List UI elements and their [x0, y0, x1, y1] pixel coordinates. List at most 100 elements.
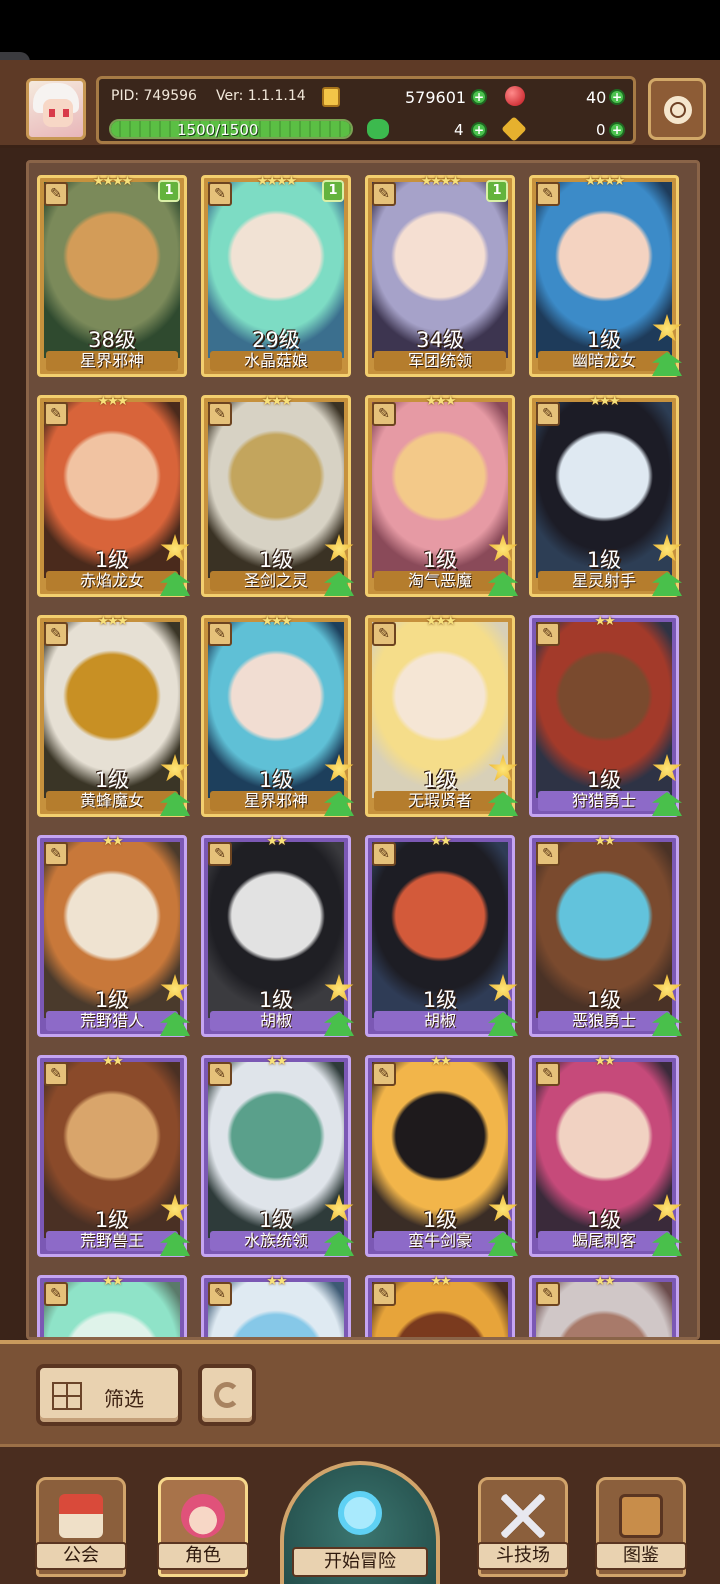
nav-characters-label: 角色	[157, 1542, 249, 1570]
character-card[interactable]: ★★★★ ✎ 1级 幽暗龙女	[529, 174, 682, 377]
filter-label: 筛选	[104, 1387, 144, 1411]
weapon-type-icon: ✎	[44, 842, 68, 866]
character-card[interactable]: ★★ ✎ 1级 水族统领	[201, 1054, 354, 1257]
character-face-icon	[181, 1494, 225, 1538]
weapon-type-icon: ✎	[536, 622, 560, 646]
nav-adventure-label: 开始冒险	[292, 1547, 428, 1577]
refresh-button[interactable]	[198, 1364, 256, 1426]
character-name: 蝎尾刺客	[538, 1231, 670, 1251]
weapon-type-icon: ✎	[208, 1062, 232, 1086]
refresh-icon	[214, 1382, 240, 1408]
character-name: 星界邪神	[210, 791, 342, 811]
weapon-type-icon: ✎	[208, 842, 232, 866]
character-name: 胡椒	[210, 1011, 342, 1031]
weapon-type-icon: ✎	[44, 1062, 68, 1086]
add-clover-button[interactable]: +	[471, 122, 487, 138]
character-level: 1级	[422, 1208, 458, 1232]
character-name: 水族统领	[210, 1231, 342, 1251]
weapon-type-icon: ✎	[44, 1282, 68, 1306]
gold-coin-icon	[322, 87, 340, 107]
resource-panel: PID: 749596 Ver: 1.1.1.14 579601 + 40 + …	[96, 76, 636, 144]
character-card[interactable]: ★★ ✎	[529, 1274, 679, 1337]
nav-start-adventure[interactable]: 开始冒险	[280, 1461, 440, 1584]
filter-button[interactable]: 筛选	[36, 1364, 182, 1426]
character-name: 赤焰龙女	[46, 571, 178, 591]
character-level: 1级	[586, 988, 622, 1012]
character-level: 1级	[586, 328, 622, 352]
character-level: 1级	[94, 988, 130, 1012]
character-card[interactable]: ★★ ✎ 1级 恶狼勇士	[529, 834, 682, 1037]
weapon-type-icon: ✎	[536, 1062, 560, 1086]
weapon-type-icon: ✎	[372, 842, 396, 866]
character-name: 水晶菇娘	[210, 351, 342, 371]
weapon-type-icon: ✎	[44, 622, 68, 646]
character-card[interactable]: ★★★ ✎ 1级 星界邪神	[201, 614, 354, 817]
character-card[interactable]: ★★ ✎	[201, 1274, 351, 1337]
character-name: 狩猎勇士	[538, 791, 670, 811]
notification-badge: 1	[486, 180, 508, 202]
character-level: 1级	[586, 768, 622, 792]
weapon-type-icon: ✎	[208, 622, 232, 646]
red-gem-icon	[505, 86, 525, 106]
nav-codex-label: 图鉴	[595, 1542, 687, 1570]
character-card[interactable]: ★★ ✎ 1级 荒野兽王	[37, 1054, 190, 1257]
character-level: 34级	[416, 328, 464, 352]
add-keys-button[interactable]: +	[609, 122, 625, 138]
add-gold-button[interactable]: +	[471, 89, 487, 105]
character-level: 1级	[586, 548, 622, 572]
character-name: 淘气恶魔	[374, 571, 506, 591]
character-card[interactable]: ★★★★ ✎ 1 34级 军团统领	[365, 174, 515, 377]
character-card[interactable]: ★★★★ ✎ 1 38级 星界邪神	[37, 174, 187, 377]
character-name: 星界邪神	[46, 351, 178, 371]
character-card[interactable]: ★★ ✎	[365, 1274, 515, 1337]
character-card[interactable]: ★★ ✎ 1级 胡椒	[365, 834, 518, 1037]
character-card[interactable]: ★★★ ✎ 1级 黄蜂魔女	[37, 614, 190, 817]
nav-characters[interactable]: 角色	[157, 1477, 249, 1577]
character-level: 1级	[94, 548, 130, 572]
character-grid-scroll[interactable]: ★★★★ ✎ 1 38级 星界邪神 ★★★★ ✎ 1 29级 水晶菇娘 ★★★★ ✎ 1 34级 军团统领 ★…	[26, 160, 700, 1340]
filter-panel: 筛选	[0, 1340, 720, 1444]
character-card[interactable]: ★★ ✎ 1级 蛮牛剑豪	[365, 1054, 518, 1257]
weapon-type-icon: ✎	[372, 622, 396, 646]
character-level: 1级	[258, 988, 294, 1012]
character-card[interactable]: ★★ ✎	[37, 1274, 187, 1337]
character-name: 幽暗龙女	[538, 351, 670, 371]
clover-icon	[367, 119, 389, 139]
nav-guild[interactable]: 公会	[35, 1477, 127, 1577]
key-amount: 0	[596, 121, 606, 139]
character-name: 军团统领	[374, 351, 506, 371]
character-card[interactable]: ★★★ ✎ 1级 赤焰龙女	[37, 394, 190, 597]
stamina-value: 1500/1500	[177, 121, 259, 139]
player-avatar[interactable]	[26, 78, 86, 140]
character-card[interactable]: ★★ ✎ 1级 胡椒	[201, 834, 354, 1037]
character-level: 1级	[94, 1208, 130, 1232]
add-gems-button[interactable]: +	[609, 89, 625, 105]
character-name: 蛮牛剑豪	[374, 1231, 506, 1251]
character-level: 1级	[258, 1208, 294, 1232]
clover-amount: 4	[454, 121, 464, 139]
character-level: 1级	[258, 548, 294, 572]
notification-badge: 1	[322, 180, 344, 202]
character-card[interactable]: ★★ ✎ 1级 荒野猎人	[37, 834, 190, 1037]
weapon-type-icon: ✎	[208, 402, 232, 426]
gear-icon	[664, 96, 692, 124]
character-card[interactable]: ★★★★ ✎ 1 29级 水晶菇娘	[201, 174, 351, 377]
character-level: 1级	[422, 988, 458, 1012]
character-card[interactable]: ★★★ ✎ 1级 无瑕贤者	[365, 614, 518, 817]
nav-guild-label: 公会	[35, 1542, 127, 1570]
weapon-type-icon: ✎	[536, 1282, 560, 1306]
character-name: 胡椒	[374, 1011, 506, 1031]
character-card[interactable]: ★★★ ✎ 1级 圣剑之灵	[201, 394, 354, 597]
weapon-type-icon: ✎	[372, 1282, 396, 1306]
character-card[interactable]: ★★★ ✎ 1级 星灵射手	[529, 394, 682, 597]
character-card[interactable]: ★★ ✎ 1级 蝎尾刺客	[529, 1054, 682, 1257]
character-card[interactable]: ★★★ ✎ 1级 淘气恶魔	[365, 394, 518, 597]
nav-codex[interactable]: 图鉴	[595, 1477, 687, 1577]
nav-arena-label: 斗技场	[477, 1542, 569, 1570]
nav-arena[interactable]: 斗技场	[477, 1477, 569, 1577]
weapon-type-icon: ✎	[372, 1062, 396, 1086]
character-card[interactable]: ★★ ✎ 1级 狩猎勇士	[529, 614, 682, 817]
settings-button[interactable]	[648, 78, 706, 140]
character-name: 黄蜂魔女	[46, 791, 178, 811]
character-name: 荒野兽王	[46, 1231, 178, 1251]
